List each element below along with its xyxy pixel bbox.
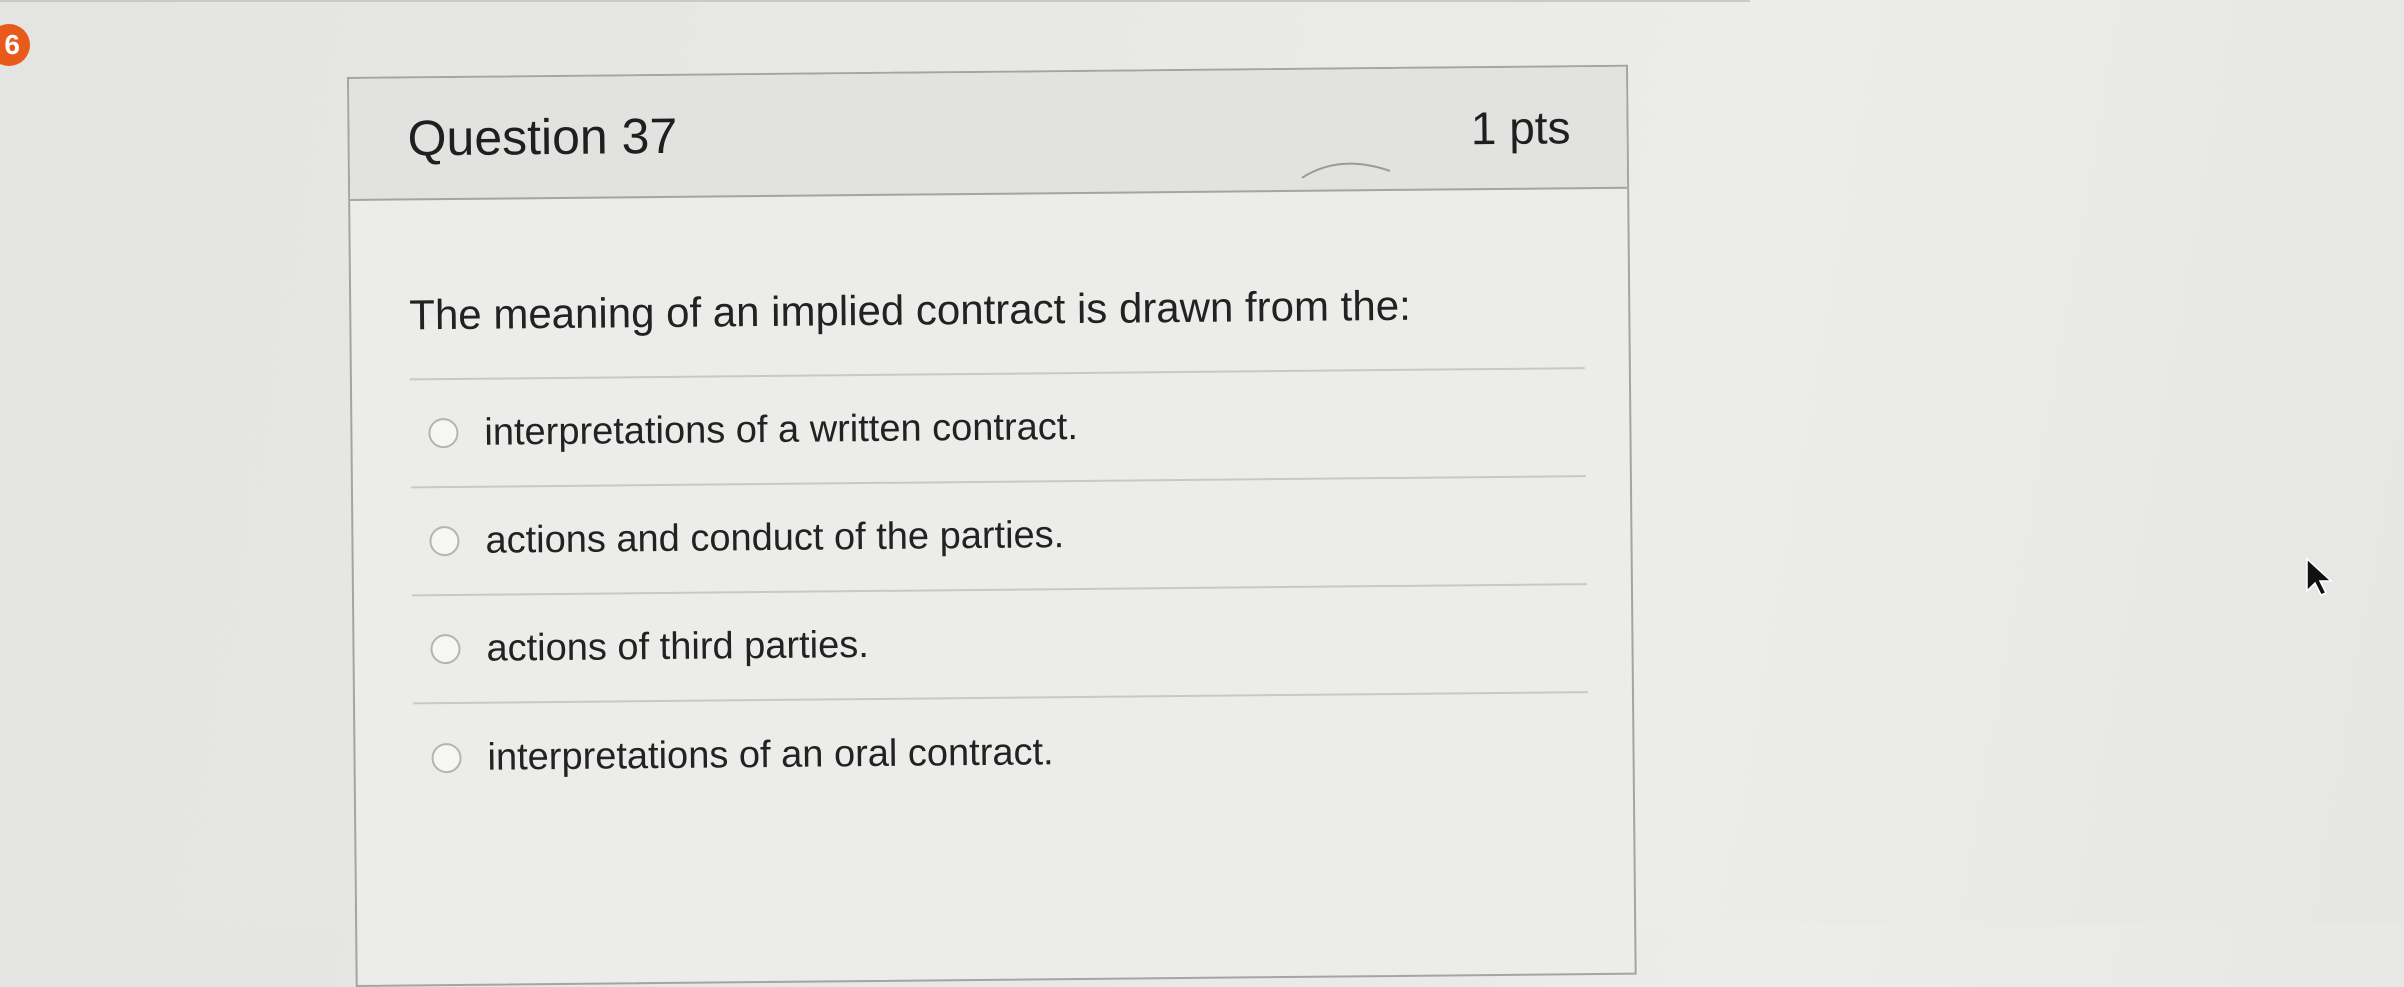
answer-label[interactable]: actions of third parties. — [486, 624, 869, 671]
question-body: The meaning of an implied contract is dr… — [350, 189, 1633, 814]
radio-button-icon[interactable] — [429, 526, 460, 557]
answer-option[interactable]: actions of third parties. — [411, 585, 1588, 705]
question-header: Question 37 1 pts — [349, 66, 1628, 201]
answer-label[interactable]: interpretations of a written contract. — [484, 406, 1078, 455]
page-top-border — [0, 0, 1750, 2]
question-title: Question 37 — [407, 107, 678, 167]
answer-option[interactable]: interpretations of an oral contract. — [413, 694, 1589, 813]
answer-option[interactable]: interpretations of a written contract. — [409, 369, 1586, 489]
question-card: Question 37 1 pts The meaning of an impl… — [347, 64, 1637, 987]
answer-label[interactable]: actions and conduct of the parties. — [485, 514, 1064, 563]
question-points: 1 pts — [1470, 101, 1571, 155]
radio-button-icon[interactable] — [431, 743, 462, 774]
question-number-badge[interactable]: 6 — [0, 24, 30, 66]
radio-button-icon[interactable] — [430, 634, 461, 665]
radio-button-icon[interactable] — [428, 418, 459, 449]
stray-mark-icon — [1301, 162, 1391, 179]
answer-option[interactable]: actions and conduct of the parties. — [410, 477, 1587, 597]
badge-number: 6 — [4, 29, 20, 60]
answer-label[interactable]: interpretations of an oral contract. — [487, 731, 1053, 779]
question-prompt: The meaning of an implied contract is dr… — [409, 281, 1411, 339]
mouse-pointer-icon — [2306, 557, 2333, 596]
answer-list: interpretations of a written contract. a… — [409, 369, 1588, 813]
